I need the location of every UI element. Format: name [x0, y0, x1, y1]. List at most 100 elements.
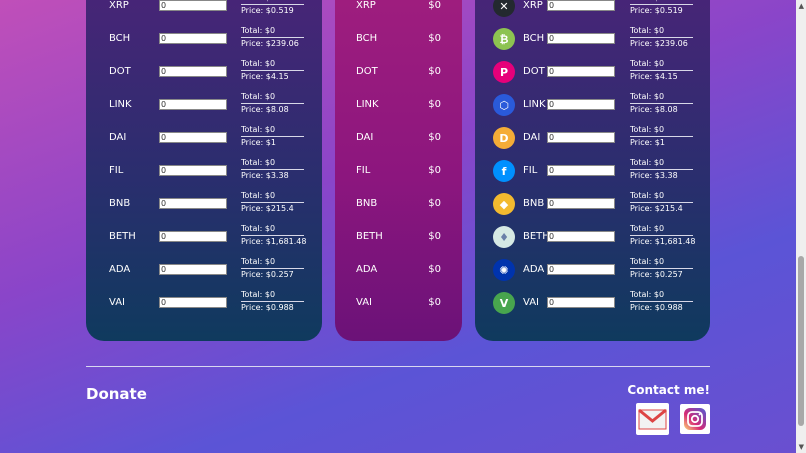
coin-row-with-icon: ₿ BCH 0 Total: $0 Price: $239.06: [475, 26, 710, 66]
coin-row: BNB 0 Total: $0 Price: $215.4: [86, 191, 322, 231]
summary-symbol: DOT: [356, 66, 378, 77]
coin-symbol: DOT: [523, 66, 545, 77]
coin-price: Price: $8.08: [630, 105, 678, 114]
quantity-input[interactable]: 0: [547, 231, 615, 242]
coin-total: Total: $0: [630, 59, 665, 68]
coin-symbol: BNB: [523, 198, 545, 209]
dai-icon: D: [493, 127, 515, 149]
quantity-input[interactable]: 0: [547, 165, 615, 176]
coin-total: Total: $0: [241, 257, 276, 266]
summary-value: $0: [428, 297, 441, 308]
instagram-icon[interactable]: [680, 404, 710, 434]
quantity-input[interactable]: 0: [159, 0, 227, 11]
coin-symbol: DAI: [523, 132, 541, 143]
quantity-input[interactable]: 0: [547, 198, 615, 209]
coin-price: Price: $1: [241, 138, 276, 147]
coin-total: Total: $0: [241, 191, 276, 200]
coin-symbol: ADA: [523, 264, 545, 275]
scroll-up-arrow-icon[interactable]: ▲: [799, 2, 804, 10]
coin-row-with-icon: ⬡ LINK 0 Total: $0 Price: $8.08: [475, 92, 710, 132]
coin-row-with-icon: D DAI 0 Total: $0 Price: $1: [475, 125, 710, 165]
quantity-input[interactable]: 0: [159, 231, 227, 242]
coin-total: Total: $0: [630, 257, 665, 266]
quantity-input[interactable]: 0: [159, 99, 227, 110]
scrollbar-thumb[interactable]: [798, 256, 804, 426]
coin-symbol: XRP: [523, 0, 543, 11]
quantity-input[interactable]: 0: [547, 0, 615, 11]
coin-price: Price: $0.988: [630, 303, 683, 312]
summary-symbol: FIL: [356, 165, 371, 176]
total-underline: [241, 169, 304, 170]
dot-icon: P: [493, 61, 515, 83]
quantity-input[interactable]: 0: [159, 264, 227, 275]
quantity-input[interactable]: 0: [159, 297, 227, 308]
coin-symbol: FIL: [109, 165, 124, 176]
quantity-input[interactable]: 0: [159, 33, 227, 44]
coin-total: Total: $0: [630, 125, 665, 134]
coin-price: Price: $0.257: [241, 270, 294, 279]
total-underline: [241, 37, 304, 38]
quantity-input[interactable]: 0: [159, 198, 227, 209]
coin-symbol: VAI: [523, 297, 539, 308]
summary-symbol: BETH: [356, 231, 383, 242]
quantity-input[interactable]: 0: [547, 99, 615, 110]
quantity-input[interactable]: 0: [159, 132, 227, 143]
coin-row: VAI 0 Total: $0 Price: $0.988: [86, 290, 322, 330]
coin-row: BCH 0 Total: $0 Price: $239.06: [86, 26, 322, 66]
coin-row: DAI 0 Total: $0 Price: $1: [86, 125, 322, 165]
coin-price: Price: $1: [630, 138, 665, 147]
coin-price: Price: $4.15: [630, 72, 678, 81]
summary-row: BCH $0: [335, 33, 462, 66]
coin-symbol: ADA: [109, 264, 131, 275]
coin-symbol: FIL: [523, 165, 538, 176]
coin-row: LINK 0 Total: $0 Price: $8.08: [86, 92, 322, 132]
coin-total: Total: $0: [630, 191, 665, 200]
link-icon: ⬡: [493, 94, 515, 116]
total-underline: [241, 235, 304, 236]
quantity-input[interactable]: 0: [547, 297, 615, 308]
total-underline: [630, 103, 693, 104]
vai-icon: V: [493, 292, 515, 314]
ada-icon: ✺: [493, 259, 515, 281]
quantity-input[interactable]: 0: [547, 66, 615, 77]
total-underline: [241, 136, 304, 137]
scroll-down-arrow-icon[interactable]: ▼: [799, 443, 804, 451]
coin-price: Price: $0.519: [241, 6, 294, 15]
quantity-input[interactable]: 0: [547, 132, 615, 143]
total-underline: [630, 268, 693, 269]
quantity-input[interactable]: 0: [159, 165, 227, 176]
portfolio-card-summary: XRP $0 BCH $0 DOT $0 LINK $0 DAI $0 FIL $0 BNB $0 BETH…: [335, 0, 462, 341]
coin-row-with-icon: P DOT 0 Total: $0 Price: $4.15: [475, 59, 710, 99]
gmail-icon[interactable]: [636, 403, 669, 435]
page-scrollbar[interactable]: ▲ ▼: [796, 0, 806, 453]
coin-price: Price: $215.4: [241, 204, 294, 213]
quantity-input[interactable]: 0: [159, 66, 227, 77]
beth-icon: ♦: [493, 226, 515, 248]
bch-icon: ₿: [493, 28, 515, 50]
coin-price: Price: $3.38: [630, 171, 678, 180]
quantity-input[interactable]: 0: [547, 264, 615, 275]
donate-link[interactable]: Donate: [86, 385, 147, 403]
summary-symbol: DAI: [356, 132, 374, 143]
coin-symbol: BETH: [109, 231, 136, 242]
xrp-icon: ✕: [493, 0, 515, 17]
coin-total: Total: $0: [630, 224, 665, 233]
quantity-input[interactable]: 0: [547, 33, 615, 44]
coin-symbol: LINK: [523, 99, 546, 110]
total-underline: [630, 70, 693, 71]
summary-row: VAI $0: [335, 297, 462, 330]
coin-symbol: XRP: [109, 0, 129, 11]
summary-symbol: VAI: [356, 297, 372, 308]
coin-total: Total: $0: [241, 158, 276, 167]
coin-row: XRP 0 Total: $0 Price: $0.519: [86, 0, 322, 33]
total-underline: [630, 202, 693, 203]
coin-total: Total: $0: [241, 224, 276, 233]
coin-symbol: VAI: [109, 297, 125, 308]
summary-value: $0: [428, 231, 441, 242]
summary-row: BETH $0: [335, 231, 462, 264]
coin-price: Price: $0.988: [241, 303, 294, 312]
coin-total: Total: $0: [241, 92, 276, 101]
coin-price: Price: $1,681.48: [241, 237, 307, 246]
total-underline: [241, 268, 304, 269]
coin-total: Total: $0: [241, 59, 276, 68]
